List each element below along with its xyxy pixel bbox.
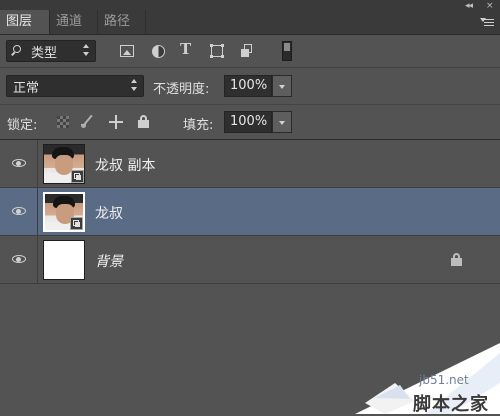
shape-filter-icon[interactable] <box>210 44 224 58</box>
layer-row[interactable]: 龙叔 <box>0 188 500 236</box>
close-panel-icon[interactable]: × <box>486 1 494 11</box>
lock-icon <box>451 253 462 266</box>
filter-kind-label: 类型 <box>31 46 58 61</box>
adjustment-filter-icon[interactable] <box>152 45 165 58</box>
opacity-dropdown-button[interactable] <box>272 75 292 97</box>
watermark: jb51.net 脚本之家 <box>355 343 500 415</box>
fill-input[interactable]: 100% <box>224 111 272 133</box>
layer-thumbnail <box>43 240 85 280</box>
opacity-label: 不透明度: <box>153 82 210 97</box>
smart-object-icon <box>70 217 83 230</box>
layer-name: 龙叔 副本 <box>95 158 156 174</box>
watermark-site: jb51.net <box>419 373 469 387</box>
lock-label: 锁定: <box>7 118 38 133</box>
opacity-input[interactable]: 100% <box>224 75 272 97</box>
lock-position-icon[interactable] <box>109 115 123 129</box>
blend-mode-select[interactable]: 正常 <box>6 75 144 97</box>
visibility-toggle[interactable] <box>0 140 38 188</box>
watermark-text: 脚本之家 <box>413 394 489 415</box>
collapse-panel-icon[interactable]: ◂◂ <box>465 1 473 11</box>
tab-channels[interactable]: 通道 <box>50 10 98 34</box>
panel-menu-icon[interactable] <box>480 17 496 27</box>
lock-image-pixels-icon[interactable] <box>80 115 96 129</box>
smart-object-icon <box>71 170 84 183</box>
eye-icon <box>12 255 26 263</box>
tab-layers[interactable]: 图层 <box>0 10 50 34</box>
lock-row: 锁定: 填充: 100% <box>0 105 500 140</box>
layer-thumbnail <box>43 192 85 232</box>
layer-row[interactable]: 背景 <box>0 236 500 284</box>
tab-paths[interactable]: 路径 <box>98 10 146 34</box>
layer-thumbnail <box>43 144 85 184</box>
visibility-toggle[interactable] <box>0 188 38 236</box>
filter-toggle-switch[interactable] <box>282 41 292 61</box>
updown-arrows-icon <box>83 44 89 58</box>
blend-row: 正常 不透明度: 100% <box>0 68 500 105</box>
layers-panel: 图层 通道 路径 ◂◂ × 类型 T 正常 不透明度: 100% 锁定: 填充:… <box>0 0 500 415</box>
type-filter-icon[interactable]: T <box>180 40 196 58</box>
search-icon <box>13 45 21 53</box>
eye-icon <box>12 207 26 215</box>
visibility-toggle[interactable] <box>0 236 38 284</box>
layer-row[interactable]: 龙叔 副本 <box>0 140 500 188</box>
updown-arrows-icon <box>131 79 137 93</box>
blend-mode-value: 正常 <box>13 81 40 96</box>
panel-tab-bar: 图层 通道 路径 ◂◂ × <box>0 0 500 35</box>
smart-object-filter-icon[interactable] <box>241 44 253 57</box>
layer-name: 背景 <box>95 254 123 270</box>
layer-name: 龙叔 <box>95 206 123 222</box>
lock-all-icon[interactable] <box>138 115 149 128</box>
eye-icon <box>12 159 26 167</box>
lock-transparent-pixels-icon[interactable] <box>57 116 69 128</box>
fill-label: 填充: <box>183 118 214 133</box>
filter-kind-select[interactable]: 类型 <box>6 40 96 62</box>
layer-filter-row: 类型 T <box>0 35 500 68</box>
pixel-filter-icon[interactable] <box>120 45 134 57</box>
fill-dropdown-button[interactable] <box>272 111 292 133</box>
